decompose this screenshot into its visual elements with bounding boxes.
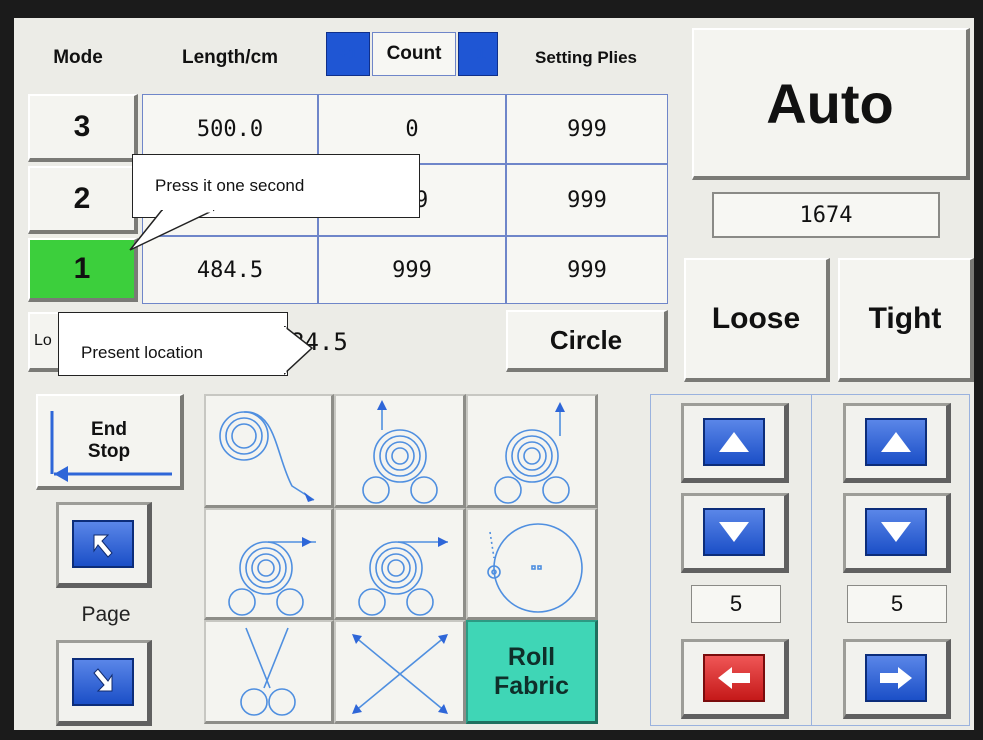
spread-button[interactable] [334, 620, 466, 724]
mode-1-button[interactable]: 1 [28, 238, 138, 302]
end-stop-arrow-icon [50, 411, 172, 482]
mode-2-button[interactable]: 2 [28, 166, 138, 234]
header-length: Length/cm [181, 47, 279, 68]
up-arrow-icon [865, 418, 927, 466]
auto-button[interactable]: Auto [692, 28, 970, 180]
adjust-panel: 5 5 [650, 394, 970, 726]
roll-lift-right-button[interactable] [466, 394, 598, 508]
count-minus-one-button[interactable]: -1 [458, 32, 498, 76]
mode-3-button[interactable]: 3 [28, 94, 138, 162]
header-count-group: +1 Count -1 [322, 26, 502, 90]
page-label: Page [81, 603, 131, 626]
feed-left-button[interactable] [204, 508, 334, 620]
left-arrow-button[interactable] [681, 639, 789, 719]
roll-fabric-button[interactable]: Roll Fabric [466, 620, 598, 724]
right-up-button[interactable] [843, 403, 951, 483]
roll-lift-button[interactable] [334, 394, 466, 508]
location-callout: Present location [58, 312, 288, 376]
circle-cut-icon [487, 523, 583, 613]
left-value-display: 5 [691, 585, 781, 623]
spread-arrows-icon [352, 634, 448, 714]
right-arrow-icon [865, 654, 927, 702]
location-callout-pointer [284, 326, 314, 376]
left-down-button[interactable] [681, 493, 789, 573]
left-up-button[interactable] [681, 403, 789, 483]
feed-right-button[interactable] [334, 508, 466, 620]
plies-cell[interactable]: 999 [506, 164, 668, 236]
up-arrow-icon [703, 418, 765, 466]
feed-right-icon [358, 537, 448, 616]
down-arrow-icon [865, 508, 927, 556]
press-callout-pointer [129, 210, 215, 251]
function-grid: Roll Fabric [204, 394, 598, 724]
roll-fabric-label-1: Roll [507, 642, 556, 671]
feed-left-icon [228, 537, 316, 616]
roll-lift-icon [362, 400, 438, 504]
count-label: Count [372, 32, 456, 76]
adjust-divider [811, 395, 812, 725]
plies-cell[interactable]: 999 [506, 94, 668, 164]
page-down-icon [72, 658, 134, 706]
plies-cell[interactable]: 999 [506, 236, 668, 304]
count-plus-one-button[interactable]: +1 [326, 32, 370, 76]
wind-out-icon [219, 411, 315, 502]
circle-button[interactable]: Circle [506, 310, 668, 372]
right-down-button[interactable] [843, 493, 951, 573]
hmi-screen: Mode Length/cm +1 Count -1 Setting Plies… [14, 18, 974, 730]
down-arrow-icon [703, 508, 765, 556]
left-arrow-icon [703, 654, 765, 702]
press-callout: Press it one second [132, 154, 420, 218]
right-arrow-button[interactable] [843, 639, 951, 719]
end-stop-button[interactable]: End Stop [36, 394, 184, 490]
page-down-button[interactable] [56, 640, 152, 726]
roll-fabric-label-2: Fabric [493, 671, 570, 700]
right-value-display: 5 [847, 585, 947, 623]
header-setting-plies: Setting Plies [534, 48, 638, 67]
counter-display: 1674 [712, 192, 940, 238]
scissors-icon [240, 627, 296, 716]
scissors-button[interactable] [204, 620, 334, 724]
header-mode: Mode [53, 47, 103, 68]
page-up-icon [72, 520, 134, 568]
page-up-button[interactable] [56, 502, 152, 588]
loose-button[interactable]: Loose [684, 258, 830, 382]
circle-cut-button[interactable] [466, 508, 598, 620]
roll-lift-right-icon [494, 402, 570, 504]
count-cell[interactable]: 999 [318, 236, 506, 304]
wind-out-button[interactable] [204, 394, 334, 508]
tight-button[interactable]: Tight [838, 258, 974, 382]
